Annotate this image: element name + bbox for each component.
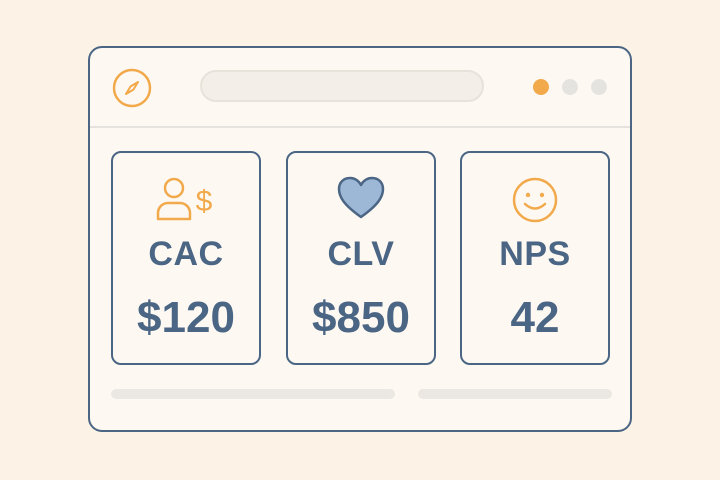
window-dot-inactive[interactable] xyxy=(591,79,607,95)
heart-icon xyxy=(337,176,385,219)
metric-value: $120 xyxy=(137,293,235,342)
smiley-icon xyxy=(512,177,558,223)
user-dollar-icon: $ xyxy=(156,177,213,221)
metric-card-clv[interactable]: CLV $850 xyxy=(286,151,436,365)
svg-text:$: $ xyxy=(196,185,213,218)
title-bar xyxy=(90,48,630,128)
placeholder-bar xyxy=(418,389,612,399)
address-bar[interactable] xyxy=(200,70,484,102)
metric-label: CAC xyxy=(148,235,224,273)
metric-card-nps[interactable]: NPS 42 xyxy=(460,151,610,365)
metric-card-cac[interactable]: $ CAC $120 xyxy=(111,151,261,365)
placeholder-bar xyxy=(111,389,395,399)
window-dot-inactive[interactable] xyxy=(562,79,578,95)
metric-label: NPS xyxy=(499,235,571,273)
metric-value: 42 xyxy=(510,293,560,342)
dashboard-window: $ CAC $120 CLV $850 NPS 42 xyxy=(88,46,632,432)
metric-label: CLV xyxy=(327,235,395,273)
metric-value: $850 xyxy=(312,293,410,342)
window-dot-active[interactable] xyxy=(533,79,549,95)
compass-icon[interactable] xyxy=(111,67,153,109)
